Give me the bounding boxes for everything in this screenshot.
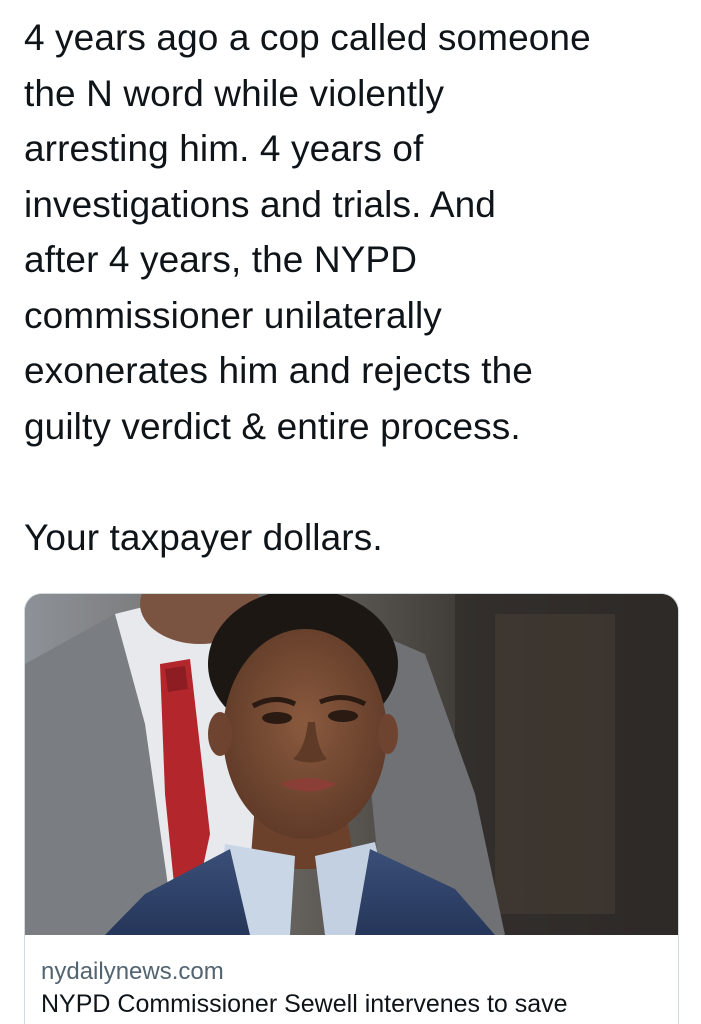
tweet-text-line: investigations and trials. And — [24, 183, 496, 225]
tweet-text-line: 4 years ago a cop called someone — [24, 17, 591, 58]
tweet-text-line: after 4 years, the NYPD — [24, 239, 418, 280]
link-preview-image[interactable] — [25, 594, 678, 935]
link-preview-meta[interactable]: nydailynews.com NYPD Commissioner Sewell… — [25, 935, 678, 1021]
tweet-text-line: arresting him. 4 years of — [24, 128, 424, 169]
tweet-text-line: commissioner unilaterally — [24, 294, 442, 336]
tweet-text-line: guilty verdict & entire process. — [24, 405, 521, 447]
link-title[interactable]: NYPD Commissioner Sewell intervenes to s… — [41, 987, 662, 1021]
tweet-closing-line: Your taxpayer dollars. — [24, 516, 383, 558]
tweet-text-line: the N word while violently — [24, 72, 445, 114]
link-domain: nydailynews.com — [41, 958, 224, 985]
link-preview-card[interactable]: nydailynews.com NYPD Commissioner Sewell… — [24, 593, 679, 1024]
photo-illustration — [25, 594, 678, 935]
tweet-text-line: exonerates him and rejects the — [24, 350, 533, 391]
tweet-text: 4 years ago a cop called someone the N w… — [24, 10, 684, 565]
tweet: 4 years ago a cop called someone the N w… — [0, 0, 701, 1024]
